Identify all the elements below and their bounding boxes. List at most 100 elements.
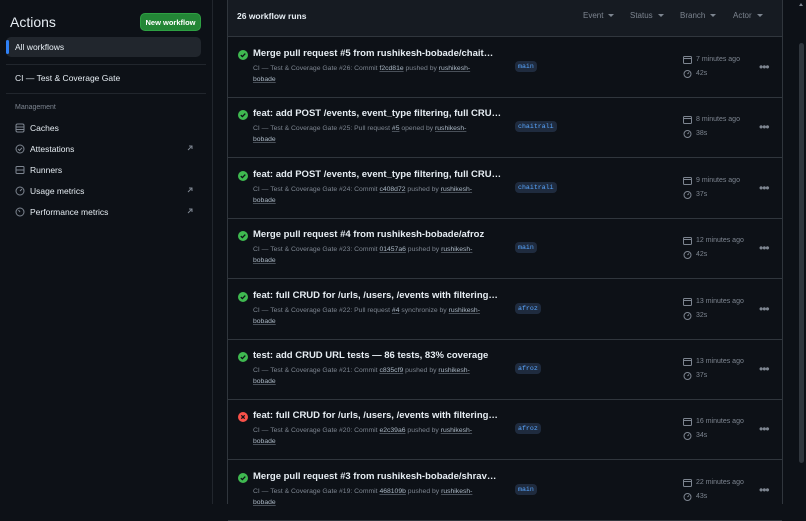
run-time: 8 minutes ago (683, 115, 740, 125)
actor-link[interactable]: rushikesh- (449, 307, 480, 314)
commit-link[interactable]: #5 (392, 125, 400, 132)
actor-link[interactable]: rushikesh- (441, 488, 472, 495)
run-row[interactable]: test: add CRUD URL tests — 86 tests, 83%… (228, 339, 782, 400)
sidebar-item-label: Usage metrics (30, 186, 85, 196)
run-meta: CI — Test & Coverage Gate #26: Commit f2… (253, 63, 503, 85)
filter-actor[interactable]: Actor (733, 11, 763, 20)
actor-link-cont[interactable]: bobade (253, 136, 276, 143)
success-check-icon (238, 472, 248, 483)
commit-link[interactable]: 468109b (379, 488, 405, 495)
commit-link[interactable]: #4 (392, 307, 400, 314)
run-meta: CI — Test & Coverage Gate #21: Commit c8… (253, 365, 503, 387)
sidebar-item-performance-metrics[interactable]: Performance metrics (15, 205, 200, 219)
active-indicator (6, 40, 9, 54)
actor-link-cont[interactable]: bobade (253, 318, 276, 325)
stopwatch-icon (683, 130, 692, 139)
actor-link[interactable]: rushikesh- (441, 186, 472, 193)
actor-link-cont[interactable]: bobade (253, 378, 276, 385)
run-row[interactable]: feat: add POST /events, event_type filte… (228, 158, 782, 219)
run-title-link[interactable]: feat: full CRUD for /urls, /users, /even… (253, 290, 503, 301)
chevron-down-icon (756, 14, 763, 18)
run-time-label: 8 minutes ago (696, 116, 740, 124)
branch-badge[interactable]: main (515, 483, 537, 495)
run-title-link[interactable]: Merge pull request #5 from rushikesh-bob… (253, 48, 503, 59)
run-meta: CI — Test & Coverage Gate #22: Pull requ… (253, 305, 503, 327)
attestation-icon (15, 144, 25, 154)
run-number: #23: Commit (339, 246, 378, 254)
actor-link[interactable]: rushikesh- (441, 427, 472, 434)
actor-link[interactable]: rushikesh- (435, 125, 466, 132)
commit-link[interactable]: c408d72 (379, 186, 405, 193)
sidebar-item-runners[interactable]: Runners (15, 163, 200, 177)
filter-branch[interactable]: Branch (680, 11, 717, 20)
external-link-icon (186, 186, 194, 194)
scrollbar-thumb[interactable] (799, 43, 804, 463)
commit-link[interactable]: c835cf9 (379, 367, 403, 374)
branch-badge[interactable]: main (515, 242, 537, 254)
run-row[interactable]: feat: add POST /events, event_type filte… (228, 97, 782, 159)
branch-badge[interactable]: main (515, 61, 537, 72)
actor-link-cont[interactable]: bobade (253, 438, 276, 445)
performance-icon (15, 207, 25, 217)
filter-status[interactable]: Status (630, 11, 664, 20)
branch-badge[interactable]: afroz (515, 363, 541, 374)
more-options-icon[interactable]: ••• (759, 181, 770, 195)
more-options-icon[interactable]: ••• (759, 241, 770, 255)
more-options-icon[interactable]: ••• (759, 483, 770, 497)
run-title-link[interactable]: feat: full CRUD for /urls, /users, /even… (253, 410, 503, 421)
new-workflow-button[interactable]: New workflow (140, 13, 201, 31)
commit-link[interactable]: f2cd81e (379, 65, 403, 72)
sidebar-item-workflow[interactable]: CI — Test & Coverage Gate (15, 73, 120, 83)
branch-badge[interactable]: chaitrali (515, 181, 557, 193)
scrollbar[interactable] (797, 0, 806, 504)
run-row[interactable]: Merge pull request #4 from rushikesh-bob… (228, 218, 782, 280)
branch-badge[interactable]: afroz (515, 302, 541, 314)
run-duration-label: 37s (696, 372, 708, 379)
run-title-link[interactable]: feat: add POST /events, event_type filte… (253, 169, 503, 180)
sidebar-item-attestations[interactable]: Attestations (15, 142, 200, 156)
divider (6, 64, 206, 65)
run-title-link[interactable]: test: add CRUD URL tests — 86 tests, 83%… (253, 350, 503, 361)
more-options-icon[interactable]: ••• (759, 422, 770, 436)
actor-link-cont[interactable]: bobade (253, 197, 276, 204)
run-row[interactable]: feat: full CRUD for /urls, /users, /even… (228, 279, 782, 340)
more-options-icon[interactable]: ••• (759, 362, 770, 376)
more-options-icon[interactable]: ••• (759, 120, 770, 134)
commit-link[interactable]: e2c39a6 (379, 427, 405, 434)
more-options-icon[interactable]: ••• (759, 302, 770, 316)
sidebar-item-all-workflows[interactable]: All workflows (6, 37, 201, 57)
run-row[interactable]: feat: full CRUD for /urls, /users, /even… (228, 399, 782, 461)
run-number: #20: Commit (339, 427, 378, 435)
actor-link[interactable]: rushikesh- (441, 246, 472, 253)
scroll-up-arrow-icon[interactable] (799, 3, 803, 6)
success-check-icon (238, 110, 248, 121)
filter-label: Actor (733, 11, 752, 20)
run-title-link[interactable]: feat: add POST /events, event_type filte… (253, 108, 503, 119)
run-time: 22 minutes ago (683, 478, 744, 487)
run-duration: 32s (683, 311, 707, 320)
run-duration: 37s (683, 371, 707, 380)
actor-link-cont[interactable]: bobade (253, 76, 276, 83)
run-title-link[interactable]: Merge pull request #3 from rushikesh-bob… (253, 471, 503, 482)
actor-link-cont[interactable]: bobade (253, 499, 276, 506)
actor-link[interactable]: rushikesh- (438, 367, 469, 374)
actor-link[interactable]: rushikesh- (439, 65, 470, 72)
sidebar-item-usage-metrics[interactable]: Usage metrics (15, 184, 200, 198)
chevron-down-icon (710, 14, 717, 18)
sidebar-item-caches[interactable]: Caches (15, 121, 200, 135)
run-title-link[interactable]: Merge pull request #4 from rushikesh-bob… (253, 229, 503, 240)
sidebar-title: Actions (10, 14, 56, 30)
more-options-icon[interactable]: ••• (759, 60, 770, 74)
run-number: #21: Commit (339, 367, 378, 374)
branch-badge[interactable]: afroz (515, 423, 541, 435)
sidebar-item-label: Attestations (30, 144, 75, 154)
run-row[interactable]: Merge pull request #3 from rushikesh-bob… (228, 460, 782, 521)
commit-link[interactable]: 01457a6 (379, 246, 405, 253)
management-heading: Management (15, 104, 56, 111)
run-row[interactable]: Merge pull request #5 from rushikesh-bob… (228, 37, 782, 98)
actor-link-cont[interactable]: bobade (253, 257, 276, 264)
filter-event[interactable]: Event (583, 11, 615, 20)
usage-icon (15, 186, 25, 196)
runs-header: 26 workflow runs Event Status Branch Act… (228, 0, 782, 37)
branch-badge[interactable]: chaitrali (515, 121, 557, 133)
